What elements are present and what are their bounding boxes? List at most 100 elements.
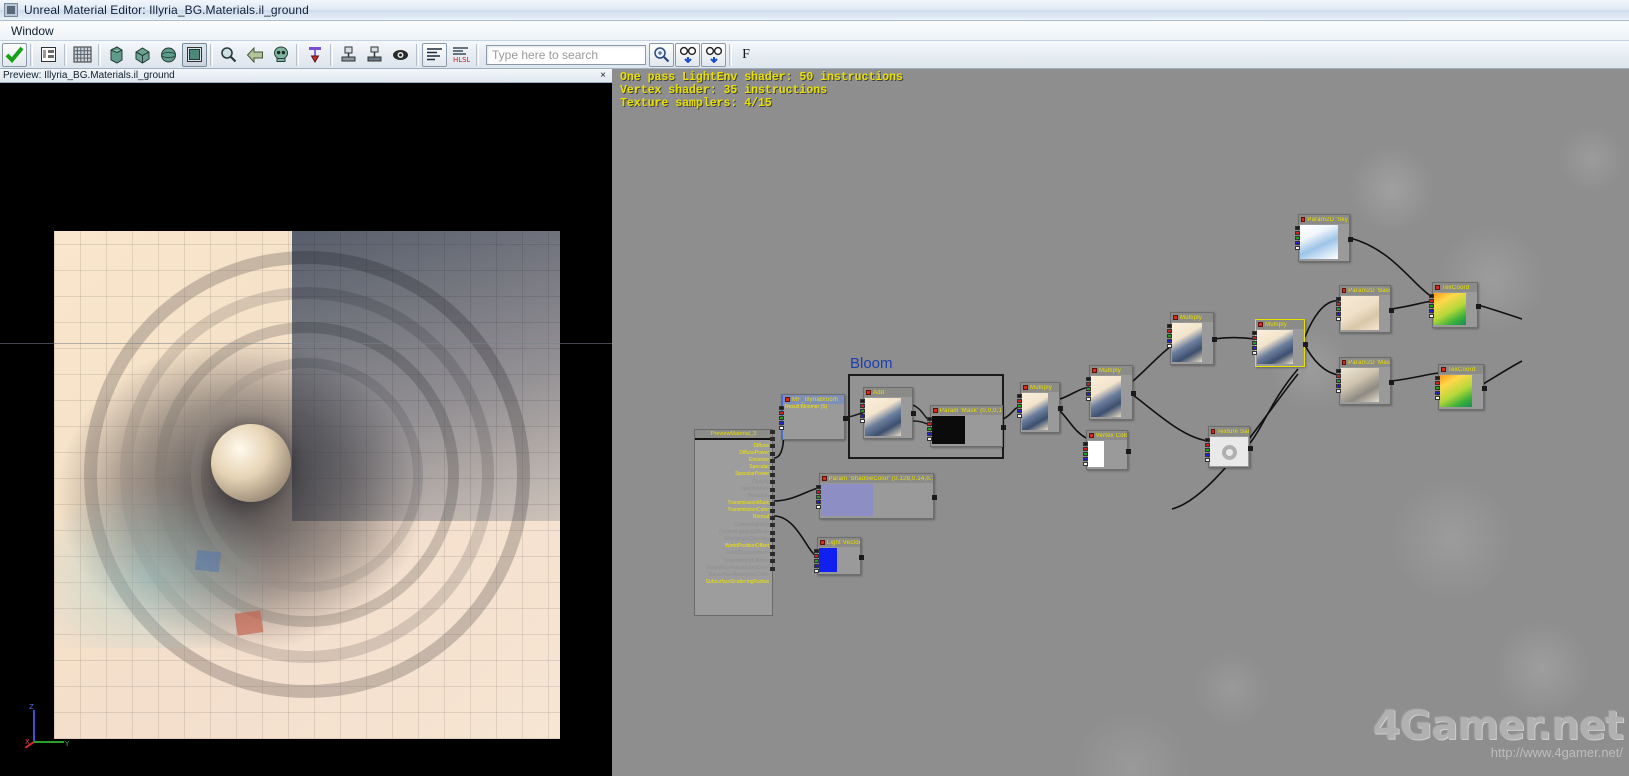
node-input-pin[interactable] [779,406,784,410]
node-input-pins[interactable] [1336,369,1341,394]
node-input-pin[interactable] [1435,396,1440,400]
node-input-pins[interactable] [814,549,819,574]
material-input-emissive[interactable]: Emissive [695,456,772,463]
node-multiply-d[interactable]: Multiply [1255,319,1305,367]
node-input-pin[interactable] [1429,304,1434,308]
node-enable-icon[interactable] [1342,360,1346,365]
node-texcoord-b[interactable]: TexCoord [1438,364,1484,410]
node-input-pins[interactable] [1435,376,1440,401]
material-input-transmissionmask[interactable]: TransmissionMask [695,500,772,507]
node-input-pin[interactable] [1086,397,1091,401]
search-go-button[interactable] [649,43,674,67]
node-enable-icon[interactable] [785,397,790,402]
node-input-pin[interactable] [1205,458,1210,462]
node-input-pin[interactable] [1295,246,1300,250]
node-input-pins[interactable] [1167,324,1172,349]
node-input-pin[interactable] [1086,377,1091,381]
node-input-pin[interactable] [1205,453,1210,457]
node-input-pin[interactable] [1252,351,1257,355]
material-input-distortion[interactable]: Distortion [695,492,772,499]
node-input-pin[interactable] [1435,376,1440,380]
material-input-pin[interactable] [770,516,775,520]
node-input-pin[interactable] [1017,414,1022,418]
node-input-pin[interactable] [1336,374,1341,378]
node-input-pin[interactable] [814,564,819,568]
node-input-pin[interactable] [860,419,865,423]
node-input-pin[interactable] [860,409,865,413]
node-input-pin[interactable] [1167,339,1172,343]
node-output-pin[interactable] [1131,391,1136,396]
preview-sphere-button[interactable] [156,43,181,67]
material-node-pin-strip[interactable] [770,430,775,574]
node-input-pins[interactable] [1295,226,1300,251]
node-input-pin[interactable] [1295,236,1300,240]
hlsl-code-button[interactable]: HLSL [448,43,473,67]
node-texture-sample[interactable]: Texture Sample [1208,426,1250,468]
material-input-pin[interactable] [770,466,775,470]
node-output-pin[interactable] [1303,342,1308,347]
realtime-preview-button[interactable] [268,43,293,67]
material-input-pin[interactable] [770,495,775,499]
properties-button[interactable] [36,43,61,67]
material-input-pin[interactable] [770,452,775,456]
node-output-pin[interactable] [1482,386,1487,391]
node-input-pins[interactable] [1017,394,1022,419]
node-input-pin[interactable] [1295,241,1300,245]
node-input-pin[interactable] [927,432,932,436]
node-input-pin[interactable] [1435,391,1440,395]
node-input-pin[interactable] [814,569,819,573]
material-input-pin[interactable] [770,509,775,513]
node-function-call[interactable]: MF_IllyriaBloomResult Bloomer (S) [781,394,845,440]
node-input-pin[interactable] [1167,324,1172,328]
node-enable-icon[interactable] [1089,433,1094,438]
node-input-pin[interactable] [1252,336,1257,340]
node-input-pin[interactable] [1429,314,1434,318]
node-input-pin[interactable] [816,490,821,494]
node-enable-icon[interactable] [1342,288,1346,293]
node-input-pins[interactable] [860,399,865,424]
node-input-pins[interactable] [1252,331,1257,356]
node-output-pin[interactable] [1001,425,1006,430]
node-input-pin[interactable] [814,549,819,553]
node-input-pin[interactable] [1435,381,1440,385]
node-input-pin[interactable] [1167,334,1172,338]
node-input-pin[interactable] [1017,404,1022,408]
material-input-pin[interactable] [770,473,775,477]
material-input-pin[interactable] [770,531,775,535]
material-input-normal[interactable]: Normal [695,514,772,521]
clean-up-button[interactable] [302,43,327,67]
node-input-pin[interactable] [1086,382,1091,386]
node-input-pin[interactable] [779,416,784,420]
node-input-pins[interactable] [1429,294,1434,319]
node-param2d-sky[interactable]: Param2D 'Sky_01' [1298,214,1350,262]
node-input-pin[interactable] [1336,297,1341,301]
node-output-pin[interactable] [1058,406,1063,411]
node-param2d-base[interactable]: Param2D 'Base_01' [1339,285,1391,333]
node-input-pin[interactable] [1017,394,1022,398]
material-input-pin[interactable] [770,459,775,463]
node-input-pin[interactable] [1205,448,1210,452]
node-input-pin[interactable] [1336,312,1341,316]
node-output-pin[interactable] [1126,449,1131,454]
material-input-tessellationmultiplier[interactable]: TessellationMultiplier [695,557,772,564]
apply-button[interactable] [2,43,27,67]
node-enable-icon[interactable] [1435,285,1440,290]
preview-plane-button[interactable] [182,43,207,67]
node-input-pin[interactable] [1336,389,1341,393]
preview-node-button[interactable] [388,43,413,67]
node-light-vector[interactable]: Light Vector [817,537,861,575]
node-output-pin[interactable] [1248,446,1253,451]
node-output-pin[interactable] [911,411,916,416]
material-input-opacity[interactable]: Opacity [695,478,772,485]
node-input-pin[interactable] [1336,307,1341,311]
node-input-pin[interactable] [1017,399,1022,403]
node-input-pin[interactable] [860,414,865,418]
show-code-button[interactable] [422,43,447,67]
show-stats-button[interactable] [336,43,361,67]
node-input-pin[interactable] [1083,452,1088,456]
node-input-pins[interactable] [1336,297,1341,322]
back-button[interactable] [242,43,267,67]
node-input-pin[interactable] [1429,299,1434,303]
node-enable-icon[interactable] [822,476,827,481]
node-input-pin[interactable] [1336,379,1341,383]
